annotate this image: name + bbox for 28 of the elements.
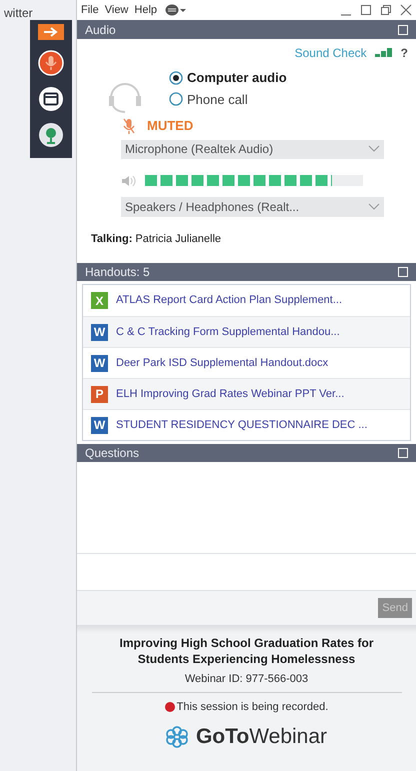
background-window-text: witter bbox=[3, 5, 34, 20]
handout-item[interactable]: W C & C Tracking Form Supplemental Handou... bbox=[83, 316, 410, 347]
panel-header[interactable]: Handouts: 5 bbox=[77, 263, 416, 281]
microphone-dropdown[interactable]: Microphone (Realtek Audio) bbox=[121, 140, 384, 158]
logo-wordmark: GoToWebinar bbox=[196, 724, 328, 750]
recording-notice: This session is being recorded. bbox=[176, 700, 328, 714]
file-type-icon: W bbox=[91, 354, 108, 372]
help-button[interactable]: ? bbox=[400, 44, 408, 62]
file-type-icon: P bbox=[91, 386, 108, 402]
file-type-icon: W bbox=[91, 416, 108, 434]
panel-header[interactable]: Audio bbox=[77, 20, 416, 39]
webinar-id: Webinar ID: 977-566-003 bbox=[92, 671, 402, 692]
panel-title: Audio bbox=[85, 22, 117, 38]
webinar-title: Improving High School Graduation Rates for Students Experiencing Homelessness bbox=[118, 635, 374, 667]
audio-option-radio[interactable]: Phone call bbox=[169, 90, 287, 109]
menu-item[interactable]: View bbox=[104, 2, 128, 18]
speaker-dropdown[interactable]: Speakers / Headphones (Realt... bbox=[121, 196, 384, 216]
menu-item[interactable]: Help bbox=[134, 2, 158, 18]
panel-header[interactable]: Questions bbox=[77, 444, 416, 462]
audio-option-radio[interactable]: Computer audio bbox=[169, 68, 287, 88]
handout-item[interactable]: P ELH Improving Grad Rates Webinar PPT Ver... bbox=[83, 378, 410, 409]
panel-title: Questions bbox=[85, 445, 140, 462]
file-type-icon: X bbox=[91, 292, 108, 309]
menu-item[interactable]: File bbox=[81, 2, 99, 18]
mute-status: MUTED bbox=[147, 117, 194, 135]
panel-title: Handouts: 5 bbox=[85, 264, 151, 281]
talking-status: Talking: Patricia Julianelle bbox=[91, 232, 222, 246]
file-type-icon: W bbox=[91, 324, 108, 340]
